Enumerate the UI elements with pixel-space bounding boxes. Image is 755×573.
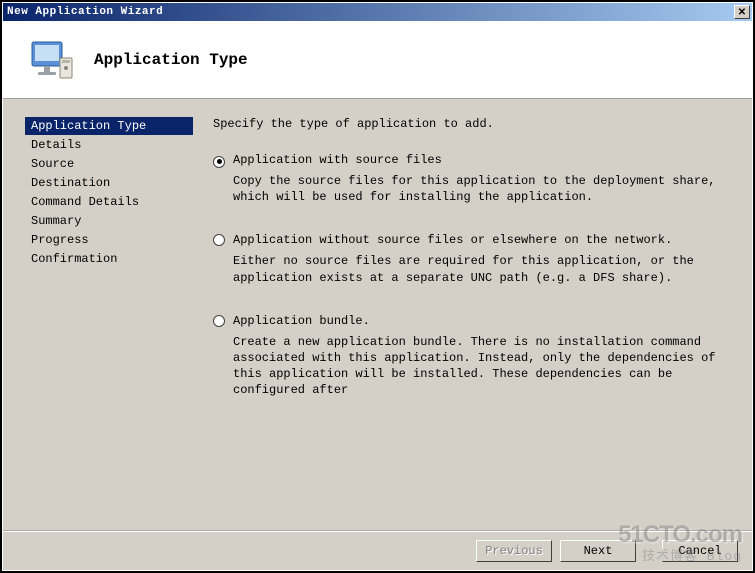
wizard-content: Specify the type of application to add. … bbox=[193, 99, 752, 529]
radio-without-source[interactable] bbox=[213, 234, 225, 246]
close-icon: ✕ bbox=[738, 7, 746, 18]
option-desc: Create a new application bundle. There i… bbox=[233, 334, 722, 399]
application-icon bbox=[28, 36, 76, 84]
content-heading: Specify the type of application to add. bbox=[213, 117, 722, 131]
sidebar-item-summary[interactable]: Summary bbox=[25, 212, 193, 230]
next-button[interactable]: Next bbox=[560, 540, 636, 562]
wizard-footer: Previous Next Cancel bbox=[3, 530, 752, 570]
wizard-steps-sidebar: Application Type Details Source Destinat… bbox=[3, 99, 193, 529]
sidebar-item-confirmation[interactable]: Confirmation bbox=[25, 250, 193, 268]
option-desc: Copy the source files for this applicati… bbox=[233, 173, 722, 205]
wizard-body: Application Type Details Source Destinat… bbox=[3, 99, 752, 529]
option-without-source[interactable]: Application without source files or else… bbox=[213, 233, 722, 303]
previous-button: Previous bbox=[476, 540, 552, 562]
option-with-source[interactable]: Application with source files Copy the s… bbox=[213, 153, 722, 223]
option-label: Application with source files bbox=[233, 153, 722, 167]
radio-bundle[interactable] bbox=[213, 315, 225, 327]
sidebar-item-command-details[interactable]: Command Details bbox=[25, 193, 193, 211]
wizard-window: New Application Wizard ✕ Application Typ… bbox=[3, 3, 752, 570]
option-label: Application without source files or else… bbox=[233, 233, 722, 247]
sidebar-item-source[interactable]: Source bbox=[25, 155, 193, 173]
option-label: Application bundle. bbox=[233, 314, 722, 328]
wizard-header: Application Type bbox=[3, 21, 752, 99]
window-title: New Application Wizard bbox=[5, 6, 163, 18]
sidebar-item-destination[interactable]: Destination bbox=[25, 174, 193, 192]
sidebar-item-application-type[interactable]: Application Type bbox=[25, 117, 193, 135]
titlebar: New Application Wizard ✕ bbox=[3, 3, 752, 21]
page-title: Application Type bbox=[94, 51, 248, 69]
cancel-button[interactable]: Cancel bbox=[662, 540, 738, 562]
sidebar-item-progress[interactable]: Progress bbox=[25, 231, 193, 249]
option-desc: Either no source files are required for … bbox=[233, 253, 722, 285]
sidebar-item-details[interactable]: Details bbox=[25, 136, 193, 154]
radio-with-source[interactable] bbox=[213, 156, 225, 168]
option-bundle[interactable]: Application bundle. Create a new applica… bbox=[213, 314, 722, 417]
close-button[interactable]: ✕ bbox=[734, 5, 750, 19]
